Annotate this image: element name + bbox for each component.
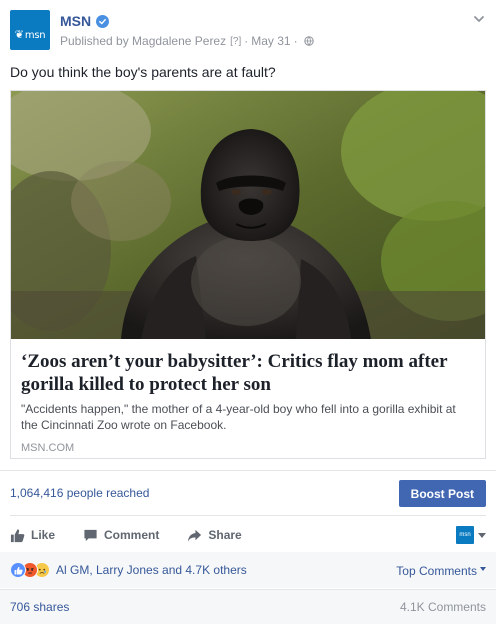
comment-label[interactable]: Comment — [104, 528, 159, 542]
post-options-chevron-icon[interactable] — [472, 12, 486, 26]
reactions-row: Al GM, Larry Jones and 4.7K others Top C… — [0, 552, 496, 588]
article-description: "Accidents happen," the mother of a 4-ye… — [21, 402, 456, 432]
comment-sort-label[interactable]: Top Comments — [396, 564, 477, 578]
article-source: MSN.COM — [21, 442, 75, 454]
share-button[interactable]: Share — [187, 528, 242, 543]
comments-count[interactable]: 4.1K Comments — [400, 600, 486, 614]
article-title[interactable]: ‘Zoos aren’t your babysitter’: Critics f… — [21, 350, 475, 396]
help-marker[interactable]: [?] — [230, 36, 241, 47]
post-header: ❦ msn MSN Published by Magdalene Perez [… — [10, 10, 486, 52]
mini-avatar-label: msn — [459, 532, 471, 538]
reaction-names[interactable]: Al GM, Larry Jones and 4.7K others — [56, 563, 247, 577]
divider — [0, 470, 496, 471]
like-reaction-icon — [10, 562, 26, 578]
engagement-footer: 706 shares 4.1K Comments — [0, 590, 496, 624]
avatar-label: msn — [24, 30, 46, 41]
verified-badge-icon — [96, 14, 110, 28]
sort-caret-icon — [480, 567, 486, 571]
divider-2 — [10, 515, 486, 516]
page-mini-avatar: msn — [456, 526, 474, 544]
share-label[interactable]: Share — [208, 528, 241, 542]
boost-post-button[interactable]: Boost Post — [398, 480, 486, 507]
chevron-down-icon[interactable] — [478, 532, 486, 538]
thumbs-up-icon — [10, 528, 25, 542]
gorilla-photo-illustration — [11, 91, 485, 339]
page-avatar[interactable]: ❦ msn — [10, 10, 50, 50]
meta-separator: · — [244, 34, 249, 48]
published-by[interactable]: Published by Magdalene Perez — [60, 34, 226, 48]
comment-button[interactable]: Comment — [83, 528, 159, 543]
shares-count[interactable]: 706 shares — [10, 600, 69, 614]
people-reached-link[interactable]: 1,064,416 people reached — [10, 486, 149, 500]
globe-icon — [303, 36, 314, 46]
msn-logo-icon: ❦ — [14, 29, 24, 41]
post-date[interactable]: May 31 — [251, 34, 290, 48]
page-name[interactable]: MSN — [60, 13, 110, 29]
post-meta: Published by Magdalene Perez [?] · May 3… — [60, 34, 314, 48]
link-preview-card[interactable]: ‘Zoos aren’t your babysitter’: Critics f… — [10, 90, 486, 459]
comment-icon — [84, 529, 97, 541]
comment-sort-dropdown[interactable]: Top Comments — [396, 564, 486, 578]
reactions-summary[interactable]: Al GM, Larry Jones and 4.7K others — [10, 562, 247, 578]
post-actions-bar: Like Comment Share msn — [10, 520, 486, 550]
share-arrow-icon — [188, 529, 202, 542]
card-text-area[interactable]: ‘Zoos aren’t your babysitter’: Critics f… — [11, 339, 485, 454]
post-status-text: Do you think the boy's parents are at fa… — [10, 64, 276, 80]
page-name-text[interactable]: MSN — [60, 13, 91, 29]
like-label[interactable]: Like — [31, 528, 55, 542]
like-button[interactable]: Like — [10, 528, 55, 543]
article-photo[interactable] — [11, 91, 485, 339]
meta-separator-2: · — [293, 34, 298, 48]
acting-as-selector[interactable]: msn — [456, 526, 486, 544]
